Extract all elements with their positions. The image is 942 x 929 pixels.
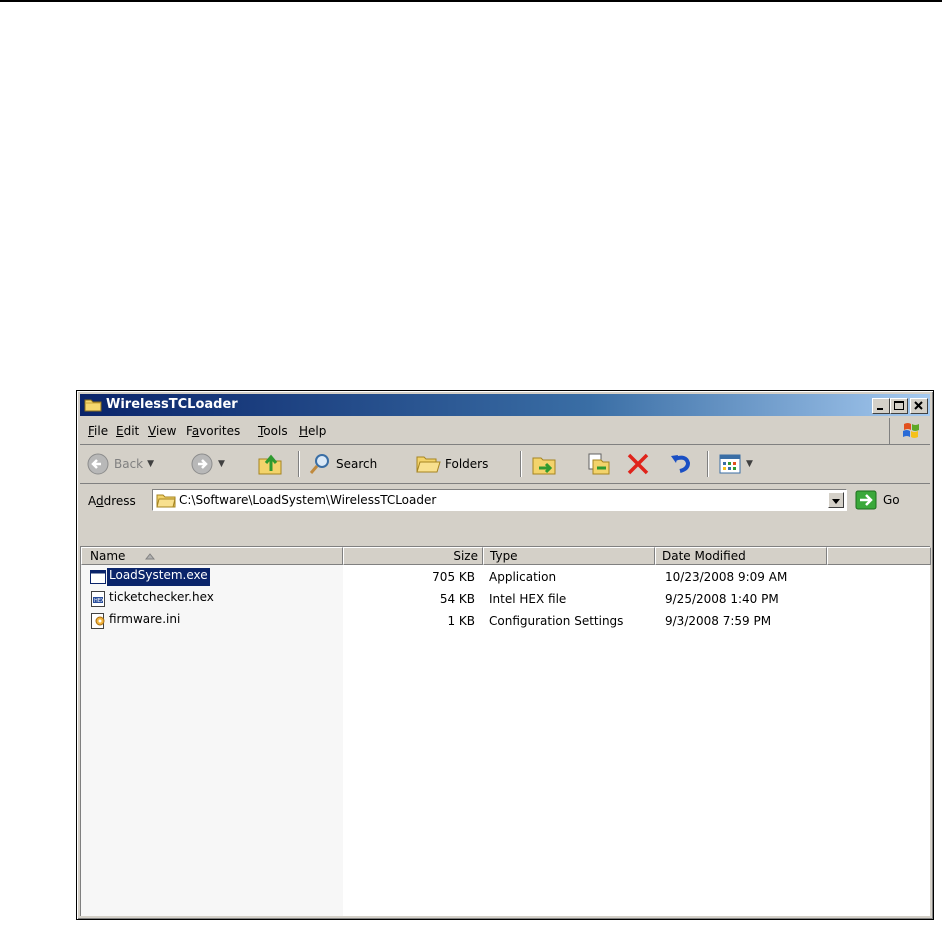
undo-icon [671, 455, 691, 473]
standard-toolbar: Back ▼ ▼ Search Folders ▼ [80, 445, 930, 484]
top-rule [0, 0, 942, 2]
folders-button[interactable]: Folders [415, 449, 488, 479]
file-name[interactable]: ticketchecker.hex [107, 590, 216, 608]
delete-icon [627, 453, 649, 475]
close-button[interactable] [910, 398, 928, 414]
list-item[interactable]: HEX ticketchecker.hex 54 KB Intel HEX fi… [81, 589, 931, 611]
file-type: Application [489, 570, 557, 584]
views-button[interactable]: ▼ [718, 449, 753, 479]
toolbar-separator [707, 451, 709, 477]
file-size: 705 KB [432, 570, 475, 584]
maximize-icon [894, 401, 904, 410]
back-label: Back [114, 457, 144, 471]
forward-dropdown-icon[interactable]: ▼ [218, 459, 225, 469]
file-date: 10/23/2008 9:09 AM [665, 570, 788, 584]
file-date: 9/3/2008 7:59 PM [665, 614, 772, 628]
folder-icon [156, 494, 176, 508]
list-item[interactable]: LoadSystem.exe 705 KB Application 10/23/… [81, 567, 931, 589]
up-folder-button[interactable] [257, 449, 283, 479]
menu-help[interactable]: Help [299, 424, 326, 438]
minimize-icon [877, 408, 883, 410]
undo-button[interactable] [668, 449, 694, 479]
file-type: Intel HEX file [489, 592, 567, 606]
delete-button[interactable] [625, 449, 651, 479]
menu-view[interactable]: View [148, 424, 176, 438]
close-icon [914, 401, 923, 410]
move-to-icon [532, 457, 556, 475]
file-size: 1 KB [447, 614, 475, 628]
search-label: Search [336, 457, 378, 471]
folders-label: Folders [445, 457, 489, 471]
menu-bar: File Edit View Favorites Tools Help [80, 418, 930, 445]
toolbar-separator [520, 451, 522, 477]
go-arrow-icon [855, 490, 877, 510]
explorer-window: WirelessTCLoader File Edit View Favorite… [76, 390, 934, 920]
sort-ascending-icon [145, 553, 155, 560]
menu-file[interactable]: File [88, 424, 108, 438]
copy-to-button[interactable] [585, 449, 611, 479]
hex-file-icon: HEX [91, 591, 105, 607]
application-icon [90, 570, 106, 584]
file-type: Configuration Settings [489, 614, 624, 628]
chevron-down-icon [832, 499, 840, 504]
up-folder-icon [258, 454, 282, 475]
maximize-button[interactable] [890, 398, 908, 414]
address-path: C:\Software\LoadSystem\WirelessTCLoader [179, 493, 437, 507]
menu-tools[interactable]: Tools [258, 424, 288, 438]
folder-icon [84, 399, 102, 412]
search-icon [309, 454, 329, 474]
toolbar-separator [298, 451, 300, 477]
windows-flag-icon [903, 423, 919, 438]
svg-text:HEX: HEX [94, 598, 105, 604]
file-name[interactable]: firmware.ini [107, 612, 182, 630]
window-title: WirelessTCLoader [106, 397, 238, 412]
back-dropdown-icon[interactable]: ▼ [147, 459, 154, 469]
forward-button[interactable]: ▼ [190, 449, 225, 479]
column-header-empty [827, 547, 931, 565]
file-list[interactable]: Name Size Type Date Modified LoadSystem.… [80, 546, 931, 916]
column-header-size[interactable]: Size [343, 547, 483, 565]
minimize-button[interactable] [872, 398, 890, 414]
file-name[interactable]: LoadSystem.exe [107, 568, 210, 586]
column-header-date-modified[interactable]: Date Modified [655, 547, 827, 565]
list-item[interactable]: firmware.ini 1 KB Configuration Settings… [81, 611, 931, 633]
file-size: 54 KB [439, 592, 475, 606]
address-input[interactable]: C:\Software\LoadSystem\WirelessTCLoader [152, 489, 847, 511]
address-dropdown-button[interactable] [828, 492, 844, 508]
config-file-icon [91, 613, 105, 629]
search-button[interactable]: Search [308, 449, 377, 479]
go-button[interactable]: Go [855, 489, 900, 511]
address-bar: Address C:\Software\LoadSystem\WirelessT… [80, 485, 930, 541]
go-label: Go [883, 493, 900, 507]
file-date: 9/25/2008 1:40 PM [665, 592, 779, 606]
address-label: Address [88, 494, 136, 508]
menu-favorites[interactable]: Favorites [186, 424, 240, 438]
column-header-name[interactable]: Name [81, 547, 343, 565]
views-icon [719, 454, 741, 474]
copy-to-icon [588, 453, 610, 475]
move-to-button[interactable] [531, 449, 557, 479]
column-header-type[interactable]: Type [483, 547, 655, 565]
folders-icon [416, 456, 441, 473]
back-button[interactable]: Back ▼ [86, 449, 154, 479]
back-arrow-icon [87, 453, 109, 475]
windows-logo [889, 418, 930, 444]
menu-edit[interactable]: Edit [116, 424, 139, 438]
forward-arrow-icon [191, 453, 213, 475]
title-bar[interactable]: WirelessTCLoader [80, 394, 930, 416]
views-dropdown-icon[interactable]: ▼ [746, 459, 753, 469]
